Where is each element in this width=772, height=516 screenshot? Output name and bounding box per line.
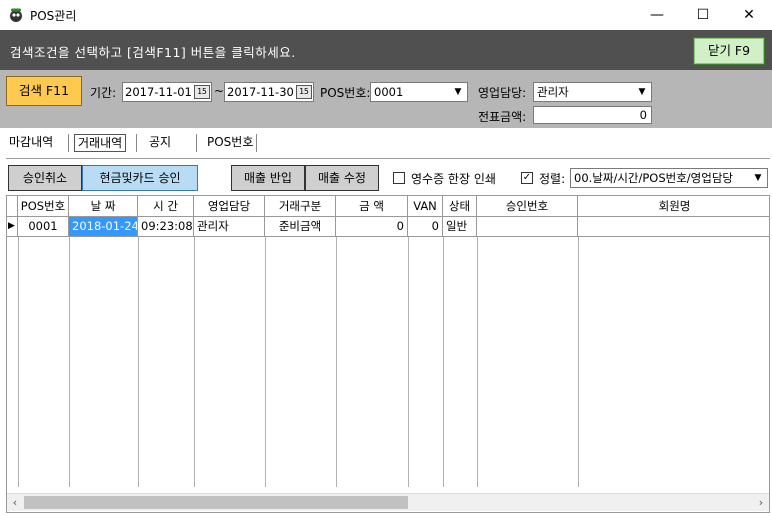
approval-number-cell[interactable] <box>477 217 578 236</box>
column-divider <box>336 237 337 487</box>
pos-number-value: 0001 <box>374 85 404 99</box>
chevron-down-icon: ▼ <box>751 171 765 185</box>
horizontal-scrollbar[interactable]: ‹ › <box>7 493 769 511</box>
sales-edit-button[interactable]: 매출 수정 <box>305 165 379 191</box>
date-range-separator: ~ <box>214 84 225 98</box>
van-cell[interactable]: 0 <box>408 217 443 236</box>
column-divider <box>194 237 195 487</box>
receipt-label: 영수증 한장 인쇄 <box>411 172 496 186</box>
receipt-checkbox[interactable] <box>393 172 405 184</box>
tab-bar: 마감내역 거래내역 공지 POS번호 <box>0 128 772 158</box>
pos-number-label: POS번호: <box>320 86 371 100</box>
date-to-value: 2017-11-30 <box>227 85 294 99</box>
column-header[interactable]: POS번호 <box>18 196 69 216</box>
transaction-type-cell[interactable]: 준비금액 <box>265 217 336 236</box>
column-divider <box>265 237 266 487</box>
column-divider <box>69 237 70 487</box>
search-f11-button[interactable]: 검색 F11 <box>6 76 82 106</box>
column-header[interactable]: 시 간 <box>138 196 194 216</box>
column-divider <box>477 237 478 487</box>
grid-header: POS번호 날 짜 시 간 영업담당 거래구분 금 액 VAN 상태 승인번호 … <box>7 196 769 217</box>
tab-closing-history[interactable]: 마감내역 <box>6 134 56 152</box>
member-name-cell[interactable] <box>578 217 769 236</box>
column-divider <box>443 237 444 487</box>
column-header[interactable]: 회원명 <box>578 196 769 216</box>
column-header[interactable]: 거래구분 <box>265 196 336 216</box>
transaction-grid[interactable]: POS번호 날 짜 시 간 영업담당 거래구분 금 액 VAN 상태 승인번호 … <box>6 195 770 513</box>
cancel-approval-button[interactable]: 승인취소 <box>8 165 82 191</box>
current-row-icon: ▶ <box>7 217 18 236</box>
cash-card-approval-button[interactable]: 현금및카드 승인 <box>82 165 198 191</box>
tab-notice[interactable]: 공지 <box>146 134 174 152</box>
column-header[interactable]: 승인번호 <box>477 196 578 216</box>
period-label: 기간: <box>90 86 117 100</box>
sort-select[interactable]: 00.날짜/시간/POS번호/영업담당 ▼ <box>570 168 768 188</box>
minimize-button[interactable]: — <box>634 0 680 30</box>
maximize-button[interactable]: ☐ <box>680 0 726 30</box>
date-to-field[interactable]: 2017-11-30 15 <box>224 82 314 102</box>
column-header[interactable]: 영업담당 <box>194 196 265 216</box>
date-from-value: 2017-11-01 <box>125 85 192 99</box>
column-header[interactable]: 금 액 <box>336 196 408 216</box>
sort-label: 정렬: <box>539 172 566 186</box>
close-f9-button[interactable]: 닫기 F9 <box>693 37 765 65</box>
amount-cell[interactable]: 0 <box>336 217 408 236</box>
search-panel: 검색 F11 기간: 2017-11-01 15 ~ 2017-11-30 15… <box>0 70 772 128</box>
sales-rep-value: 관리자 <box>537 85 569 99</box>
app-icon <box>8 7 24 23</box>
chevron-down-icon: ▼ <box>454 87 462 97</box>
column-divider <box>18 237 19 487</box>
date-cell[interactable]: 2018-01-24 <box>69 217 138 236</box>
scroll-right-icon[interactable]: › <box>753 494 769 511</box>
column-divider <box>138 237 139 487</box>
slip-amount-label: 전표금액: <box>478 110 527 124</box>
pos-number-cell[interactable]: 0001 <box>18 217 69 236</box>
column-divider <box>408 237 409 487</box>
tab-divider <box>68 134 69 152</box>
window-title: POS관리 <box>30 9 77 23</box>
sales-return-button[interactable]: 매출 반입 <box>231 165 305 191</box>
sales-rep-select[interactable]: 관리자 ▼ <box>533 82 652 102</box>
slip-amount-field[interactable]: 0 <box>533 106 652 124</box>
status-cell[interactable]: 일반 <box>443 217 477 236</box>
instruction-text: 검색조건을 선택하고 [검색F11] 버튼을 클릭하세요. <box>10 45 296 60</box>
tab-transaction-history[interactable]: 거래내역 <box>74 134 127 152</box>
close-window-button[interactable]: ✕ <box>726 0 772 30</box>
time-cell[interactable]: 09:23:08 <box>138 217 194 236</box>
action-toolbar: 승인취소 현금및카드 승인 매출 반입 매출 수정 영수증 한장 인쇄 ✓ 정렬… <box>0 160 772 194</box>
column-header[interactable]: VAN <box>408 196 443 216</box>
sort-checkbox[interactable]: ✓ <box>521 172 533 184</box>
column-divider <box>578 237 579 487</box>
date-from-field[interactable]: 2017-11-01 15 <box>122 82 212 102</box>
calendar-icon[interactable]: 15 <box>194 85 210 99</box>
table-row[interactable]: ▶ 0001 2018-01-24 09:23:08 관리자 준비금액 0 0 … <box>7 217 769 237</box>
sort-value: 00.날짜/시간/POS번호/영업담당 <box>574 171 733 185</box>
title-bar: POS관리 — ☐ ✕ <box>0 0 772 30</box>
tab-divider <box>256 134 257 152</box>
pos-number-select[interactable]: 0001 ▼ <box>370 82 468 102</box>
chevron-down-icon: ▼ <box>638 87 646 97</box>
sales-rep-label: 영업담당: <box>478 86 527 100</box>
scrollbar-thumb[interactable] <box>24 496 408 509</box>
tab-divider <box>136 134 137 152</box>
tab-underline <box>6 158 770 159</box>
tab-pos-number[interactable]: POS번호 <box>204 134 256 152</box>
column-header[interactable]: 날 짜 <box>69 196 138 216</box>
tab-divider <box>196 134 197 152</box>
calendar-icon[interactable]: 15 <box>296 85 312 99</box>
column-header[interactable]: 상태 <box>443 196 477 216</box>
row-indicator-header <box>7 196 18 216</box>
scroll-left-icon[interactable]: ‹ <box>7 494 23 511</box>
instruction-banner: 검색조건을 선택하고 [검색F11] 버튼을 클릭하세요. 닫기 F9 <box>0 30 772 70</box>
sales-rep-cell[interactable]: 관리자 <box>194 217 265 236</box>
